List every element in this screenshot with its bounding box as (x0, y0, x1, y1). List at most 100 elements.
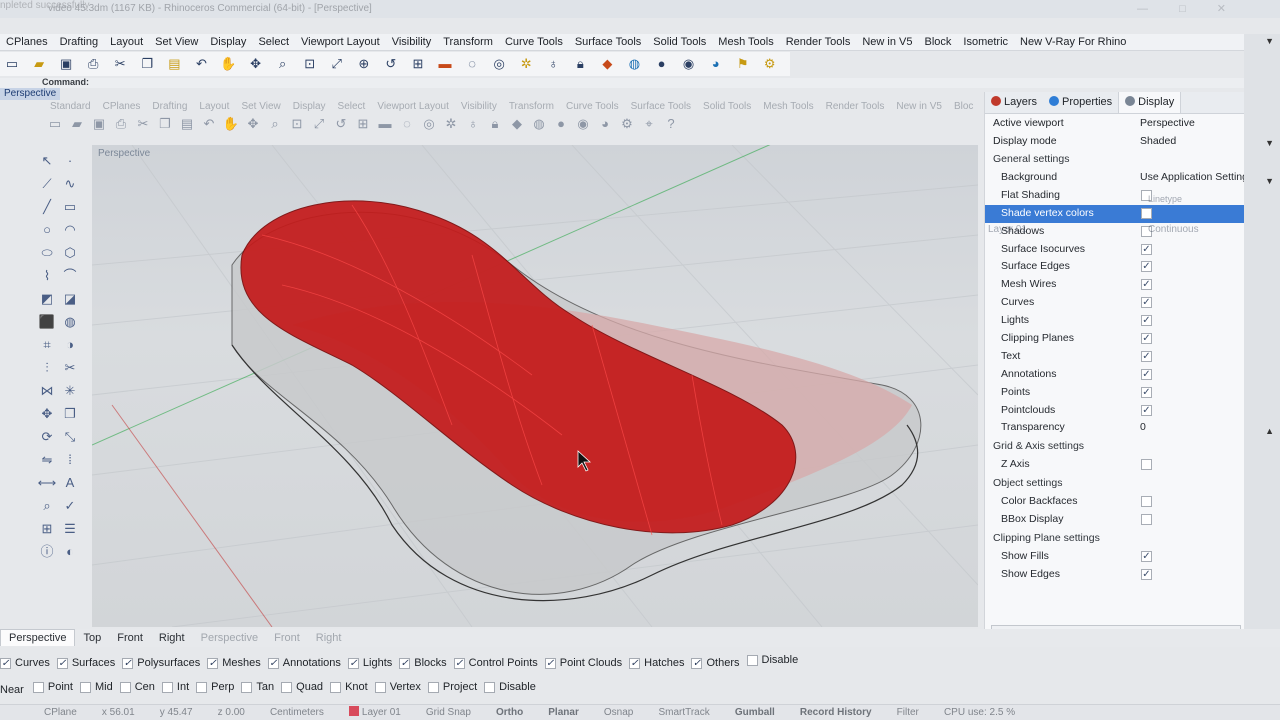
snap-disable[interactable]: Disable (484, 681, 536, 693)
checkbox[interactable]: ✓ (267, 657, 279, 669)
arc-icon[interactable]: ◠ (59, 219, 81, 241)
checkbox[interactable]: ✓ (399, 657, 411, 669)
setting-checkbox[interactable] (1141, 189, 1152, 201)
menu-tab-layout[interactable]: Layout (104, 34, 149, 48)
copy-icon[interactable]: ❐ (136, 54, 158, 74)
checkbox[interactable] (32, 681, 44, 693)
filter-lights[interactable]: ✓ Lights (347, 657, 392, 669)
grid-snap-toggle[interactable]: Grid Snap (426, 705, 471, 720)
viewport-title[interactable]: Perspective (98, 148, 150, 159)
zoom-extents-icon[interactable]: ⤢ (326, 54, 348, 74)
ortho-toggle[interactable]: Ortho (496, 705, 523, 720)
menu-tab-set-view[interactable]: Set View (149, 34, 204, 48)
setting-checkbox[interactable] (1141, 514, 1152, 526)
setting-z-axis[interactable]: Z Axis (985, 456, 1244, 474)
viewport-tab-right[interactable]: Right (151, 630, 193, 647)
snap-tan[interactable]: Tan (241, 681, 274, 693)
explode-icon[interactable]: ✳ (59, 380, 81, 402)
filter-hatches[interactable]: ✓ Hatches (629, 657, 684, 669)
globe-icon[interactable]: ◕ (705, 54, 727, 74)
setting-pointclouds[interactable]: Pointclouds ✓ (985, 402, 1244, 420)
pan-icon[interactable]: ✋ (218, 54, 240, 74)
checkbox[interactable]: ✓ (629, 657, 641, 669)
menu-tab-transform[interactable]: Transform (437, 34, 499, 48)
array-icon[interactable]: ⁞ (59, 449, 81, 471)
cut-icon[interactable]: ✂ (109, 54, 131, 74)
menu-tab-isometric[interactable]: Isometric (957, 34, 1014, 48)
setting-checkbox[interactable]: ✓ (1141, 568, 1152, 580)
panel-tab-display[interactable]: Display (1118, 92, 1182, 113)
menu-tab-viewport-layout[interactable]: Viewport Layout (295, 34, 386, 48)
render-icon[interactable]: ◍ (623, 54, 645, 74)
setting-background[interactable]: Background Use Application Settings (985, 169, 1253, 187)
checkbox[interactable] (161, 681, 173, 693)
setting-points[interactable]: Points ✓ (985, 384, 1244, 402)
snap-quad[interactable]: Quad (281, 681, 323, 693)
setting-curves[interactable]: Curves ✓ (985, 294, 1244, 312)
analyze-icon[interactable]: ⌕ (36, 495, 58, 517)
setting-checkbox[interactable]: ✓ (1141, 243, 1152, 255)
checkbox[interactable] (281, 681, 293, 693)
zoom-icon[interactable]: ⌕ (272, 54, 294, 74)
checkbox[interactable]: ✓ (207, 657, 219, 669)
record-history-toggle[interactable]: Record History (800, 705, 872, 720)
setting-checkbox[interactable] (1141, 459, 1152, 471)
cplane-status[interactable]: CPlane (44, 705, 77, 720)
freeform-icon[interactable]: ⌇ (36, 265, 58, 287)
outer-viewport-tab[interactable]: Perspective (0, 88, 61, 100)
save-icon[interactable]: ▣ (55, 54, 77, 74)
panel-tab-layers[interactable]: Layers (985, 92, 1043, 113)
smarttrack-toggle[interactable]: SmartTrack (658, 705, 709, 720)
filter-surfaces[interactable]: ✓ Surfaces (56, 657, 115, 669)
setting-bbox-display[interactable]: BBox Display (985, 511, 1244, 529)
chevron-up-icon[interactable]: ▲ (1265, 426, 1274, 436)
setting-checkbox[interactable]: ✓ (1141, 551, 1152, 563)
setting-shadows[interactable]: Shadows (985, 223, 1244, 241)
transform-icon[interactable]: ⌖ (786, 54, 790, 74)
boolean-icon[interactable]: ◑ (59, 334, 81, 356)
menu-tab-drafting[interactable]: Drafting (54, 34, 105, 48)
menu-tab-block[interactable]: Block (919, 34, 958, 48)
rotate-view-icon[interactable]: ✥ (245, 54, 267, 74)
setting-checkbox[interactable]: ✓ (1141, 297, 1152, 309)
setting-shade-vertex-colors[interactable]: Shade vertex colors (985, 204, 1244, 223)
setting-checkbox[interactable] (1141, 496, 1152, 508)
filter-point-clouds[interactable]: ✓ Point Clouds (544, 657, 622, 669)
setting-clipping-planes[interactable]: Clipping Planes ✓ (985, 330, 1244, 348)
menu-tab-mesh-tools[interactable]: Mesh Tools (712, 34, 779, 48)
setting-text[interactable]: Text ✓ (985, 348, 1244, 366)
snap-mid[interactable]: Mid (79, 681, 113, 693)
checkbox[interactable]: ✓ (544, 657, 556, 669)
snap-perp[interactable]: Perp (196, 681, 234, 693)
join-icon[interactable]: ⋈ (36, 380, 58, 402)
setting-surface-isocurves[interactable]: Surface Isocurves ✓ (985, 241, 1244, 259)
select-arrow-icon[interactable]: ↖ (36, 150, 58, 172)
snap-cen[interactable]: Cen (119, 681, 155, 693)
mirror-icon[interactable]: ⇋ (36, 449, 58, 471)
setting-transparency[interactable]: Transparency 0 (985, 419, 1244, 437)
units-status[interactable]: Centimeters (270, 705, 324, 720)
chevron-down-icon[interactable]: ▼ (1265, 138, 1274, 148)
menu-tab-curve-tools[interactable]: Curve Tools (499, 34, 569, 48)
checkbox[interactable] (484, 681, 496, 693)
checkbox[interactable] (374, 681, 386, 693)
filter-blocks[interactable]: ✓ Blocks (399, 657, 447, 669)
checkbox[interactable] (196, 681, 208, 693)
near-label[interactable]: Near (0, 684, 24, 696)
dimension-icon[interactable]: ⟷ (36, 472, 58, 494)
setting-value[interactable]: 0 (1140, 419, 1146, 437)
mesh-icon[interactable]: ⌗ (36, 334, 58, 356)
light-bulb-icon[interactable]: ♁ (542, 54, 564, 74)
scale-icon[interactable]: ⤡ (59, 426, 81, 448)
sphere-icon[interactable]: ◍ (59, 311, 81, 333)
active-viewport-row[interactable]: Active viewport Perspective (985, 114, 1244, 132)
polygon-icon[interactable]: ⬡ (59, 242, 81, 264)
setting-show-fills[interactable]: Show Fills ✓ (985, 548, 1244, 566)
checkbox[interactable] (746, 654, 758, 666)
undo-view-icon[interactable]: ↺ (380, 54, 402, 74)
check-icon[interactable]: ✓ (59, 495, 81, 517)
filter-toggle[interactable]: Filter (897, 705, 919, 720)
setting-flat-shading[interactable]: Flat Shading (985, 187, 1244, 205)
chevron-down-icon[interactable]: ▼ (1265, 36, 1274, 46)
perspective-viewport[interactable]: Perspective (92, 145, 978, 627)
